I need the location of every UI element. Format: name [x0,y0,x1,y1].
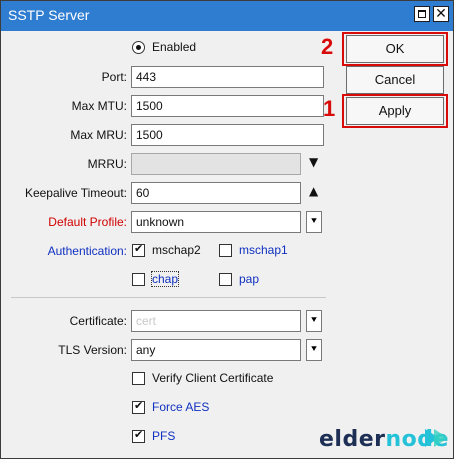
maximize-icon [418,10,426,18]
certificate-select[interactable]: cert [131,310,301,332]
close-button[interactable]: ✕ [433,5,449,22]
keepalive-timeout-field[interactable]: 60 [131,182,301,204]
max-mru-field[interactable]: 1500 [131,124,324,146]
certificate-label: Certificate: [69,314,127,328]
apply-highlight-box [342,94,448,128]
enabled-label: Enabled [152,40,197,54]
auth-pap-label: pap [239,272,260,286]
mrru-label: MRRU: [87,157,127,171]
default-profile-select[interactable]: unknown [131,211,301,233]
max-mru-label: Max MRU: [70,128,127,142]
pfs-label: PFS [152,429,176,443]
pfs-checkbox[interactable] [132,428,145,443]
default-profile-dropdown-button[interactable]: ⯆ [306,211,322,233]
sstp-server-window: SSTP Server ✕ Enabled Port: 443 Max MTU:… [0,0,454,459]
auth-mschap2-checkbox[interactable] [132,242,145,257]
auth-pap-checkbox[interactable] [219,273,232,286]
dropdown-arrow-icon: ⯆ [310,315,318,326]
default-profile-label: Default Profile: [48,215,127,229]
auth-chap-label: chap [150,271,180,287]
force-aes-checkbox[interactable] [132,399,145,414]
collapse-up-icon[interactable]: ▲ [309,184,318,198]
title-bar[interactable]: SSTP Server ✕ [1,1,453,31]
auth-chap-checkbox[interactable] [132,273,145,286]
step-1-marker: 1 [323,96,336,121]
port-field[interactable]: 443 [131,66,324,88]
tls-version-select[interactable]: any [131,339,301,361]
play-arrows-logo-icon [425,429,448,447]
auth-mschap1-label: mschap1 [239,243,288,257]
maximize-button[interactable] [414,6,430,22]
step-2-marker: 2 [321,34,334,59]
certificate-dropdown-button[interactable]: ⯆ [306,310,322,332]
ok-highlight-box [342,32,448,66]
force-aes-label: Force AES [152,400,210,414]
tls-version-label: TLS Version: [58,343,127,357]
authentication-label: Authentication: [47,244,127,258]
tls-version-dropdown-button[interactable]: ⯆ [306,339,322,361]
auth-mschap1-checkbox[interactable] [219,244,232,257]
mrru-field[interactable] [131,153,301,175]
section-divider [11,297,326,298]
window-title: SSTP Server [8,7,90,23]
expand-down-icon[interactable]: ▼ [309,155,318,169]
max-mtu-field[interactable]: 1500 [131,95,324,117]
verify-client-certificate-checkbox[interactable] [132,372,145,385]
max-mtu-label: Max MTU: [71,99,127,113]
enabled-radio[interactable] [132,41,145,54]
dropdown-arrow-icon: ⯆ [310,344,318,355]
cancel-button[interactable]: Cancel [346,66,444,94]
verify-client-certificate-label: Verify Client Certificate [152,371,274,385]
logo-text-part1: elder [319,427,386,452]
auth-mschap2-label: mschap2 [152,243,201,257]
close-icon: ✕ [435,5,447,21]
port-label: Port: [101,70,127,84]
dropdown-arrow-icon: ⯆ [310,216,318,227]
keepalive-timeout-label: Keepalive Timeout: [24,186,127,200]
